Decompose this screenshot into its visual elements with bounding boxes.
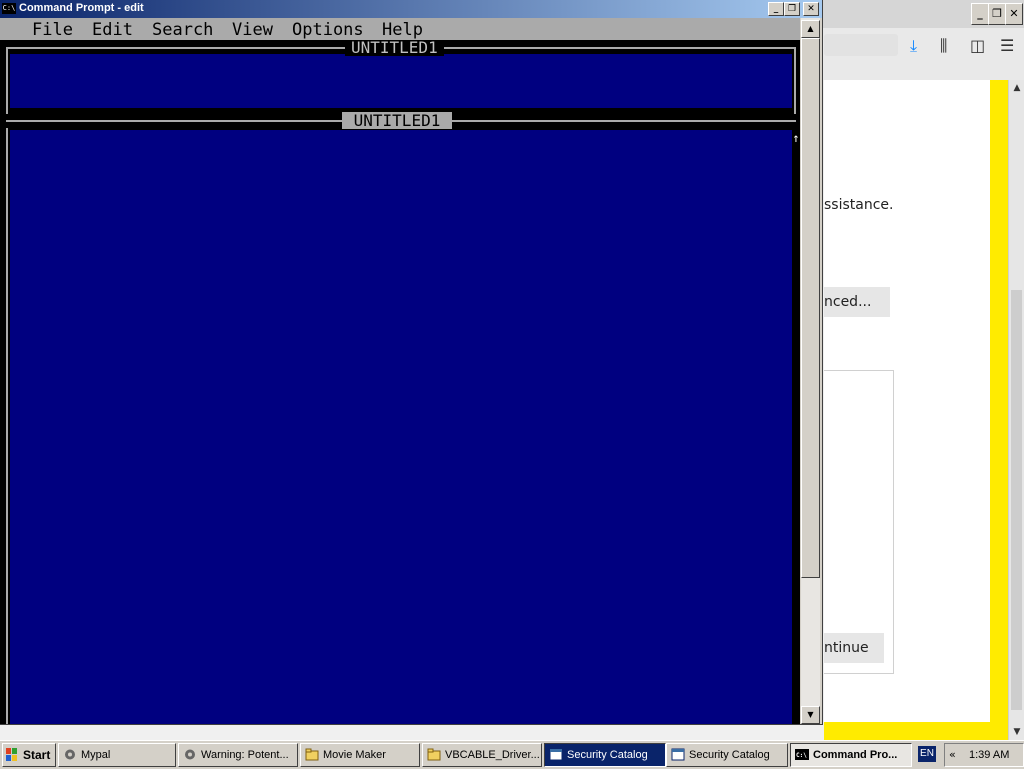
cmd-scroll-up-icon[interactable]: ▲ bbox=[801, 20, 820, 38]
windows-logo-icon bbox=[6, 748, 17, 761]
yellow-frame-right bbox=[990, 80, 1008, 740]
menu-search[interactable]: Search bbox=[152, 20, 213, 40]
task-label: Command Pro... bbox=[813, 749, 898, 761]
tray-expand-icon[interactable]: « bbox=[949, 744, 956, 766]
menu-edit[interactable]: Edit bbox=[92, 20, 133, 40]
task-label: Warning: Potent... bbox=[201, 749, 289, 761]
window-title: Command Prompt - edit bbox=[19, 2, 144, 14]
edit-menubar: File Edit Search View Options Help bbox=[0, 18, 800, 40]
editor-text-area-main[interactable] bbox=[10, 130, 792, 724]
edit-console-area: File Edit Search View Options Help UNTIT… bbox=[0, 18, 800, 724]
browser-close-button[interactable]: ✕ bbox=[1005, 3, 1023, 25]
menu-file[interactable]: File bbox=[32, 20, 73, 40]
scroll-down-icon[interactable]: ▼ bbox=[1009, 724, 1024, 740]
browser-url-bar[interactable] bbox=[824, 34, 898, 56]
cmd-icon[interactable]: C:\ bbox=[2, 3, 16, 14]
minimize-button[interactable]: _ bbox=[768, 2, 784, 16]
pane2-title: UNTITLED1 bbox=[342, 112, 452, 129]
folder-icon bbox=[427, 748, 441, 761]
task-label: Movie Maker bbox=[323, 749, 386, 761]
browser-scroll-thumb[interactable] bbox=[1011, 290, 1022, 710]
folder-icon bbox=[305, 748, 319, 761]
close-button[interactable]: ✕ bbox=[803, 2, 819, 16]
assistance-text: ssistance. bbox=[824, 197, 894, 213]
window-icon bbox=[549, 748, 563, 761]
pane-right-border bbox=[794, 47, 796, 114]
clock[interactable]: 1:39 AM bbox=[969, 744, 1009, 766]
pane-left-border bbox=[6, 47, 8, 114]
cmd-scroll-thumb[interactable] bbox=[801, 38, 820, 578]
menu-help[interactable]: Help bbox=[382, 20, 423, 40]
start-label: Start bbox=[23, 748, 51, 762]
pane1-title: UNTITLED1 bbox=[345, 40, 444, 56]
task-label: Security Catalog bbox=[689, 749, 770, 761]
browser-scrollbar[interactable]: ▲ ▼ bbox=[1008, 80, 1024, 740]
cmd-scrollbar[interactable]: ▲ ▼ bbox=[801, 18, 820, 724]
cmd-titlebar[interactable]: C:\ Command Prompt - edit _ ❐ ✕ bbox=[0, 0, 822, 18]
restore-button[interactable]: ❐ bbox=[784, 2, 800, 16]
command-prompt-window: C:\ Command Prompt - edit _ ❐ ✕ File Edi… bbox=[0, 0, 823, 725]
download-icon[interactable]: ⤓ bbox=[910, 36, 917, 56]
menu-options[interactable]: Options bbox=[292, 20, 364, 40]
browser-restore-button[interactable]: ❐ bbox=[988, 3, 1006, 25]
task-security-catalog-2[interactable]: Security Catalog bbox=[666, 743, 788, 767]
menu-icon[interactable]: ☰ bbox=[1000, 36, 1014, 55]
menu-view[interactable]: View bbox=[232, 20, 273, 40]
system-tray: « 1:39 AM bbox=[944, 743, 1024, 767]
editor-pane-top[interactable]: UNTITLED1 bbox=[0, 40, 800, 114]
editor-text-area-top[interactable] bbox=[10, 54, 792, 108]
task-warning[interactable]: Warning: Potent... bbox=[178, 743, 298, 767]
task-label: Mypal bbox=[81, 749, 111, 761]
edit-scroll-up-icon[interactable]: ↑ bbox=[792, 130, 800, 146]
sidebar-icon[interactable]: ◫ bbox=[970, 36, 985, 55]
task-security-catalog-1[interactable]: Security Catalog bbox=[544, 743, 666, 767]
advanced-button[interactable]: nced... bbox=[824, 287, 890, 317]
task-mypal[interactable]: Mypal bbox=[58, 743, 176, 767]
task-vbcable[interactable]: VBCABLE_Driver... bbox=[422, 743, 542, 767]
task-label: VBCABLE_Driver... bbox=[445, 749, 540, 761]
taskbar: Start Mypal Warning: Potent... Movie Mak… bbox=[0, 740, 1024, 769]
continue-button[interactable]: ntinue bbox=[824, 633, 884, 663]
window-icon bbox=[671, 748, 685, 761]
language-indicator[interactable]: EN bbox=[918, 746, 936, 762]
task-movie-maker[interactable]: Movie Maker bbox=[300, 743, 420, 767]
mypal-icon bbox=[65, 749, 75, 760]
start-button[interactable]: Start bbox=[2, 743, 56, 767]
details-box bbox=[824, 370, 894, 674]
browser-minimize-button[interactable]: _ bbox=[971, 3, 989, 25]
mypal-icon bbox=[185, 749, 195, 760]
svg-text:C:\: C:\ bbox=[796, 752, 807, 759]
cmd-icon: C:\ bbox=[795, 749, 809, 760]
library-icon[interactable]: ⫼ bbox=[940, 36, 947, 56]
task-label: Security Catalog bbox=[567, 749, 648, 761]
scroll-up-icon[interactable]: ▲ bbox=[1009, 80, 1024, 96]
pane2-left-border bbox=[6, 128, 8, 724]
cmd-scroll-down-icon[interactable]: ▼ bbox=[801, 706, 820, 724]
yellow-frame-bottom bbox=[824, 722, 1008, 740]
task-command-prompt[interactable]: C:\ Command Pro... bbox=[790, 743, 912, 767]
